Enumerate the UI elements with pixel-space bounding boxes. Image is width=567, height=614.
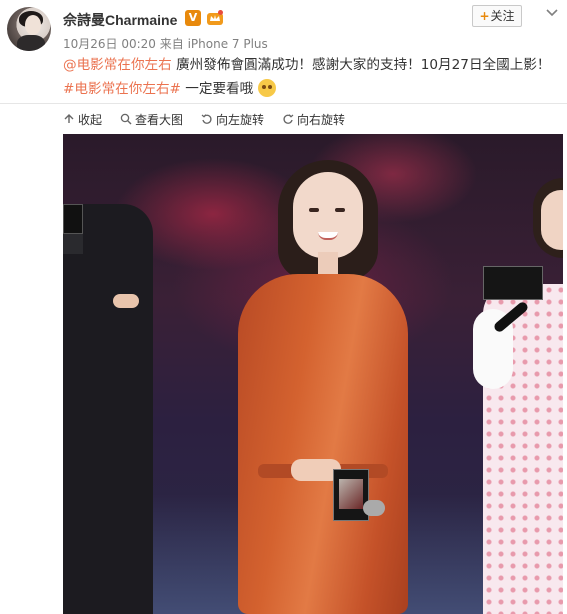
divider <box>0 103 567 104</box>
avatar[interactable] <box>7 7 51 51</box>
smiley-emoji-icon <box>257 79 276 97</box>
man-mic-card <box>63 204 83 234</box>
post-text-line1: 廣州發佈會圓滿成功！感謝大家的支持！10月27日全國上影！ <box>171 57 551 73</box>
woman-eye-left <box>309 208 319 212</box>
rotate-right-label: 向右旋转 <box>297 112 346 127</box>
image-toolbar: 收起 查看大图 向左旋转 向右旋转 <box>63 110 363 128</box>
rotate-left-button[interactable]: 向左旋转 <box>201 111 264 128</box>
collapse-button[interactable]: 收起 <box>63 111 102 128</box>
avatar-face <box>25 15 41 35</box>
post-text: @电影常在你左右 廣州發佈會圓滿成功！感謝大家的支持！10月27日全國上影！ #… <box>63 53 563 101</box>
woman-neck <box>318 252 338 274</box>
username[interactable]: 佘詩曼Charmaine <box>63 10 177 30</box>
rotate-left-icon <box>201 114 212 124</box>
view-large-button[interactable]: 查看大图 <box>120 111 183 128</box>
follow-button-label: 关注 <box>490 9 515 23</box>
collapse-label: 收起 <box>78 112 103 127</box>
woman-eye-right <box>335 208 345 212</box>
post-photo[interactable] <box>63 134 563 614</box>
follow-button[interactable]: +关注 <box>472 5 522 27</box>
view-large-label: 查看大图 <box>135 112 184 127</box>
rotate-right-button[interactable]: 向右旋转 <box>282 111 345 128</box>
right-mic-card <box>483 266 543 300</box>
right-woman-face <box>541 190 563 250</box>
plus-icon: + <box>479 9 490 23</box>
man-left <box>63 204 153 614</box>
post-text-line2: 一定要看哦 <box>180 81 254 97</box>
post-meta: 10月26日 00:20 来自 iPhone 7 Plus <box>63 37 268 51</box>
search-icon <box>120 113 132 125</box>
crown-icon[interactable] <box>206 9 224 27</box>
man-hand <box>113 294 139 308</box>
chevron-down-icon[interactable] <box>545 6 559 20</box>
rotate-right-icon <box>283 114 294 124</box>
avatar-body <box>17 35 45 51</box>
verified-v-icon: V <box>185 10 201 26</box>
arrow-up-icon <box>64 114 74 123</box>
movie-logo-mark <box>339 479 363 509</box>
mention-link[interactable]: @电影常在你左右 <box>63 57 172 73</box>
hashtag-link[interactable]: #电影常在你左右# <box>63 81 181 97</box>
woman-face <box>293 172 363 258</box>
woman-microphone <box>363 500 385 516</box>
woman-orange-dress <box>238 274 408 614</box>
rotate-left-label: 向左旋转 <box>216 112 265 127</box>
